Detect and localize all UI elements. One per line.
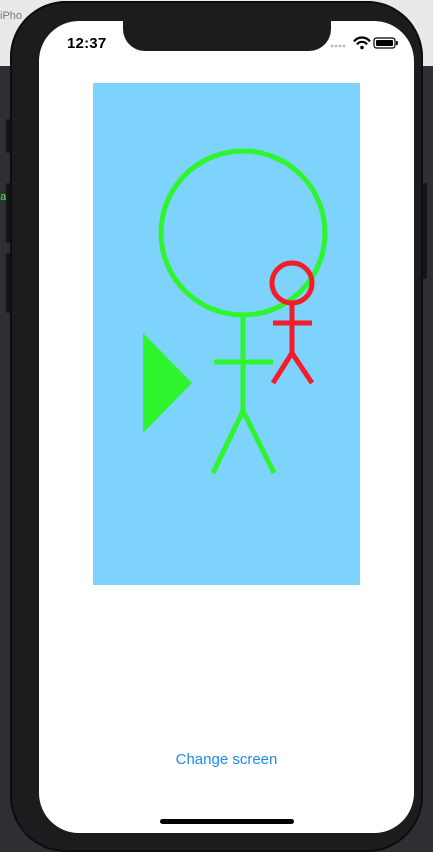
- signal-dots-icon: [330, 44, 346, 48]
- small-red-stick-figure: [269, 260, 315, 385]
- notch: [123, 21, 331, 51]
- large-figure-right-leg: [240, 409, 277, 475]
- change-screen-button[interactable]: Change screen: [39, 751, 414, 768]
- device-screen: 12:37 Change screen: [39, 21, 414, 833]
- power-button: [423, 183, 427, 279]
- status-time: 12:37: [67, 35, 107, 52]
- small-figure-left-leg: [270, 351, 295, 385]
- drawing-canvas: [93, 83, 360, 585]
- mute-switch: [6, 119, 10, 153]
- large-green-stick-figure: [158, 148, 328, 475]
- status-icons: [330, 36, 400, 50]
- volume-down-button: [6, 253, 10, 313]
- green-triangle: [143, 333, 192, 433]
- battery-icon: [373, 37, 398, 49]
- large-figure-head: [158, 148, 328, 318]
- window-title-fragment: iPho: [0, 10, 23, 22]
- volume-up-button: [6, 183, 10, 243]
- large-figure-left-leg: [210, 409, 246, 475]
- home-indicator[interactable]: [160, 819, 294, 824]
- device-frame: 12:37 Change screen: [6, 1, 427, 852]
- small-figure-right-leg: [289, 351, 315, 385]
- wifi-icon: [353, 36, 371, 50]
